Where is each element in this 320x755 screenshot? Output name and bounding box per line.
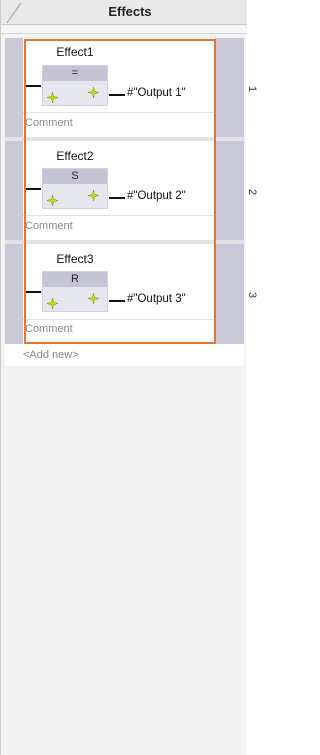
input-wire <box>25 291 41 293</box>
block-operator: = <box>43 66 107 81</box>
row-index: 1 <box>246 85 258 93</box>
comment-divider <box>23 112 215 113</box>
add-new-link[interactable]: <Add new> <box>23 349 79 361</box>
effect-title: Effect1 <box>56 45 94 59</box>
block-operator: S <box>43 169 107 184</box>
effect-title: Effect3 <box>56 252 94 266</box>
input-wire <box>25 188 41 190</box>
output-operand[interactable]: #"Output 2" <box>127 190 186 202</box>
effect-row-3[interactable]: Effect3 R #"Output 3" Comment 3 <box>23 244 258 344</box>
input-wire <box>25 85 41 87</box>
star-icon <box>88 87 99 98</box>
header-filter-row <box>1 26 247 34</box>
comment-field[interactable]: Comment <box>25 323 73 335</box>
output-wire <box>109 300 125 302</box>
star-icon <box>47 195 58 206</box>
output-wire <box>109 94 125 96</box>
comment-field[interactable]: Comment <box>25 117 73 129</box>
comment-divider <box>23 215 215 216</box>
row-gutter-left <box>5 38 23 344</box>
effects-panel: Effects Effect1 = #"Output 1" Comment 1 … <box>0 0 258 755</box>
instruction-block[interactable]: S <box>42 168 108 209</box>
output-operand[interactable]: #"Output 1" <box>127 87 186 99</box>
comment-field[interactable]: Comment <box>25 220 73 232</box>
output-wire <box>109 197 125 199</box>
block-operator: R <box>43 272 107 287</box>
star-icon <box>88 293 99 304</box>
effect-row-1[interactable]: Effect1 = #"Output 1" Comment 1 <box>23 38 258 137</box>
star-icon <box>88 190 99 201</box>
effect-row-2[interactable]: Effect2 S #"Output 2" Comment 2 <box>23 141 258 240</box>
row-index: 2 <box>246 188 258 196</box>
effect-title: Effect2 <box>56 149 94 163</box>
comment-divider <box>23 319 215 320</box>
output-operand[interactable]: #"Output 3" <box>127 293 186 305</box>
star-icon <box>47 298 58 309</box>
star-icon <box>47 92 58 103</box>
row-index-column <box>215 38 244 344</box>
effects-title: Effects <box>108 4 152 19</box>
row-index: 3 <box>246 291 258 299</box>
instruction-block[interactable]: R <box>42 271 108 312</box>
instruction-block[interactable]: = <box>42 65 108 106</box>
effects-header: Effects <box>1 0 247 25</box>
